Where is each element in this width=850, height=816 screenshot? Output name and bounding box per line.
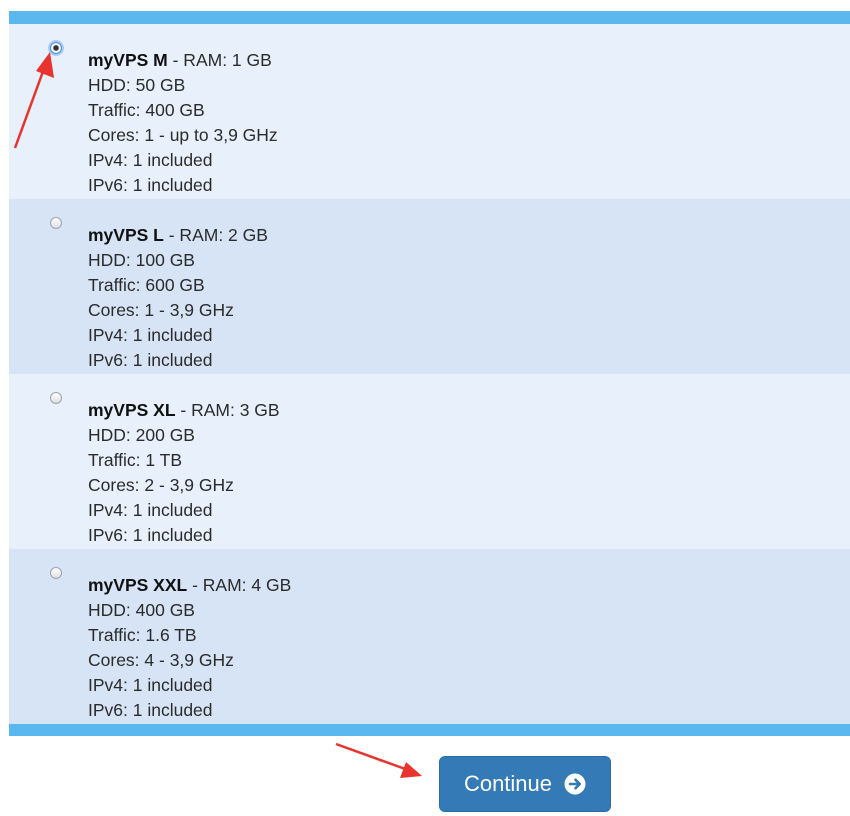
plan-ipv6: IPv6: 1 included [88, 175, 213, 195]
plan-option-myvps-l[interactable]: myVPS L - RAM: 2 GB HDD: 100 GB Traffic:… [9, 199, 850, 374]
page: myVPS M - RAM: 1 GB HDD: 50 GB Traffic: … [0, 0, 850, 816]
plan-ram: - RAM: 3 GB [175, 400, 280, 420]
arrow-circle-right-icon [564, 773, 586, 795]
plan-details: myVPS M - RAM: 1 GB HDD: 50 GB Traffic: … [88, 48, 278, 198]
plan-radio-myvps-xxl[interactable] [50, 567, 62, 579]
plan-cores: Cores: 2 - 3,9 GHz [88, 475, 234, 495]
plan-hdd: HDD: 200 GB [88, 425, 195, 445]
plan-ram: - RAM: 4 GB [187, 575, 292, 595]
plan-ipv6: IPv6: 1 included [88, 700, 213, 720]
plan-hdd: HDD: 50 GB [88, 75, 186, 95]
continue-button[interactable]: Continue [439, 756, 611, 812]
plan-traffic: Traffic: 1 TB [88, 450, 183, 470]
plan-ipv6: IPv6: 1 included [88, 525, 213, 545]
plan-option-myvps-xxl[interactable]: myVPS XXL - RAM: 4 GB HDD: 400 GB Traffi… [9, 549, 850, 724]
plan-ipv4: IPv4: 1 included [88, 675, 213, 695]
plan-ipv4: IPv4: 1 included [88, 150, 213, 170]
plan-ram: - RAM: 1 GB [167, 50, 272, 70]
plan-traffic: Traffic: 600 GB [88, 275, 205, 295]
plan-option-myvps-m[interactable]: myVPS M - RAM: 1 GB HDD: 50 GB Traffic: … [9, 24, 850, 199]
continue-button-label: Continue [463, 771, 553, 796]
plan-ipv4: IPv4: 1 included [88, 325, 213, 345]
plan-hdd: HDD: 100 GB [88, 250, 195, 270]
plan-selection-panel: myVPS M - RAM: 1 GB HDD: 50 GB Traffic: … [9, 11, 850, 736]
plan-cores: Cores: 1 - up to 3,9 GHz [88, 125, 278, 145]
plan-radio-myvps-xl[interactable] [50, 392, 62, 404]
plan-traffic: Traffic: 1.6 TB [88, 625, 197, 645]
plan-details: myVPS XXL - RAM: 4 GB HDD: 400 GB Traffi… [88, 573, 291, 723]
plan-name: myVPS M [88, 50, 168, 70]
plan-cores: Cores: 4 - 3,9 GHz [88, 650, 234, 670]
annotation-arrow-right-icon [335, 742, 422, 778]
plan-name: myVPS XXL [88, 575, 188, 595]
plan-radio-myvps-m[interactable] [50, 42, 62, 54]
plan-ipv4: IPv4: 1 included [88, 500, 213, 520]
plan-ipv6: IPv6: 1 included [88, 350, 213, 370]
plan-cores: Cores: 1 - 3,9 GHz [88, 300, 234, 320]
plan-ram: - RAM: 2 GB [163, 225, 268, 245]
plan-hdd: HDD: 400 GB [88, 600, 195, 620]
plan-radio-myvps-l[interactable] [50, 217, 62, 229]
plan-details: myVPS L - RAM: 2 GB HDD: 100 GB Traffic:… [88, 223, 268, 373]
plan-name: myVPS L [88, 225, 164, 245]
plan-traffic: Traffic: 400 GB [88, 100, 205, 120]
plan-option-myvps-xl[interactable]: myVPS XL - RAM: 3 GB HDD: 200 GB Traffic… [9, 374, 850, 549]
plan-name: myVPS XL [88, 400, 176, 420]
plan-list: myVPS M - RAM: 1 GB HDD: 50 GB Traffic: … [9, 24, 850, 724]
plan-details: myVPS XL - RAM: 3 GB HDD: 200 GB Traffic… [88, 398, 280, 548]
